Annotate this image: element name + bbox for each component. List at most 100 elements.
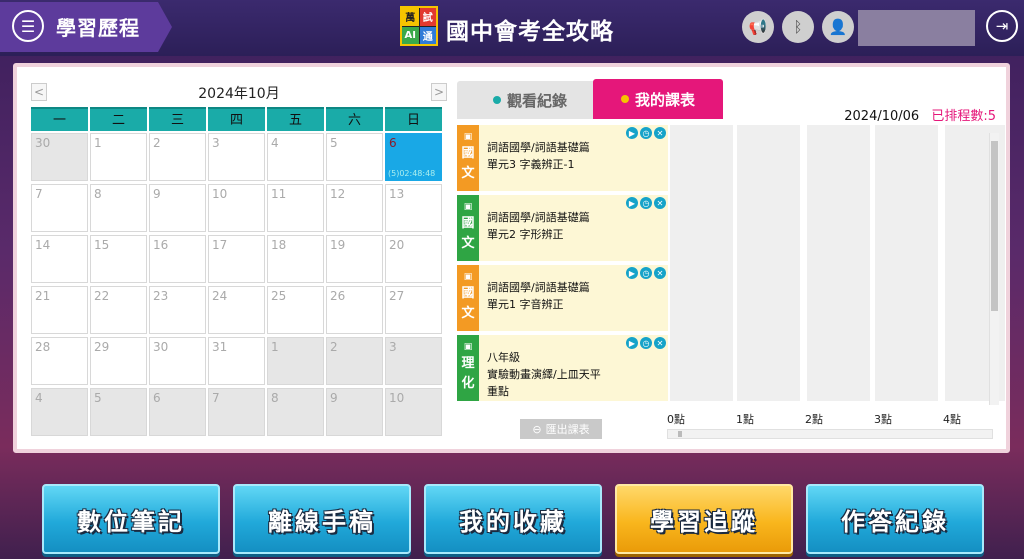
- horizontal-scrollbar[interactable]: [667, 429, 993, 439]
- lesson-card[interactable]: ▣ 理化八年級 實驗動畫演繹/上皿天平 重點 ▶ ◷ ✕: [457, 335, 668, 401]
- calendar-day[interactable]: 1: [90, 133, 147, 181]
- play-icon[interactable]: ▶: [626, 337, 638, 349]
- day-number: 2: [153, 136, 161, 150]
- calendar-day[interactable]: 25: [267, 286, 324, 334]
- calendar-day[interactable]: 8: [90, 184, 147, 232]
- offline-manuscript-button[interactable]: 離線手稿: [233, 484, 411, 554]
- calendar-day[interactable]: 23: [149, 286, 206, 334]
- clock-icon[interactable]: ◷: [640, 127, 652, 139]
- calendar-day[interactable]: 30: [149, 337, 206, 385]
- clock-icon[interactable]: ◷: [640, 197, 652, 209]
- close-icon[interactable]: ✕: [654, 127, 666, 139]
- calendar-day[interactable]: 30: [31, 133, 88, 181]
- calendar-day[interactable]: 24: [208, 286, 265, 334]
- digital-notes-button[interactable]: 數位筆記: [42, 484, 220, 554]
- day-number: 8: [94, 187, 102, 201]
- calendar-day[interactable]: 1: [267, 337, 324, 385]
- vertical-scrollbar[interactable]: [989, 133, 999, 405]
- calendar-day[interactable]: 14: [31, 235, 88, 283]
- time-slot[interactable]: [737, 125, 800, 401]
- time-slot[interactable]: [807, 125, 870, 401]
- bluetooth-icon[interactable]: ᛒ: [782, 11, 814, 43]
- tab-watch-history[interactable]: 觀看紀錄: [457, 81, 603, 119]
- user-icon[interactable]: 👤: [822, 11, 854, 43]
- close-icon[interactable]: ✕: [654, 267, 666, 279]
- play-icon[interactable]: ▶: [626, 197, 638, 209]
- calendar-day[interactable]: 27: [385, 286, 442, 334]
- time-slot[interactable]: [875, 125, 938, 401]
- calendar-day-today[interactable]: 6 (5)02:48:48: [385, 133, 442, 181]
- calendar-day[interactable]: 4: [267, 133, 324, 181]
- calendar-day[interactable]: 11: [267, 184, 324, 232]
- day-number: 3: [212, 136, 220, 150]
- calendar-day[interactable]: 7: [208, 388, 265, 436]
- calendar-day[interactable]: 20: [385, 235, 442, 283]
- calendar-day[interactable]: 7: [31, 184, 88, 232]
- calendar-day[interactable]: 3: [385, 337, 442, 385]
- weekday-label: 一: [31, 107, 88, 131]
- calendar-day[interactable]: 10: [208, 184, 265, 232]
- calendar-day[interactable]: 28: [31, 337, 88, 385]
- day-number: 10: [389, 391, 405, 405]
- subject-char: 文: [461, 166, 475, 181]
- calendar-day[interactable]: 10: [385, 388, 442, 436]
- logo-char: 通: [419, 26, 436, 44]
- scrollbar-thumb[interactable]: [678, 431, 682, 437]
- logout-icon[interactable]: ⇥: [986, 10, 1018, 42]
- lesson-text: 詞語國學/詞語基礎篇 單元2 字形辨正: [487, 209, 590, 243]
- scheduled-count: 已排程數:5: [931, 109, 996, 124]
- lesson-card[interactable]: ▣ 國文詞語國學/詞語基礎篇 單元3 字義辨正-1 ▶ ◷ ✕: [457, 125, 668, 191]
- clock-icon[interactable]: ◷: [640, 337, 652, 349]
- play-icon[interactable]: ▶: [626, 267, 638, 279]
- lesson-controls: ▶ ◷ ✕: [626, 127, 666, 139]
- weekday-label: 日: [385, 107, 442, 131]
- menu-icon[interactable]: ☰: [12, 10, 44, 42]
- clock-icon[interactable]: ◷: [640, 267, 652, 279]
- learning-tracking-button[interactable]: 學習追蹤: [615, 484, 793, 554]
- scrollbar-thumb[interactable]: [991, 141, 998, 311]
- calendar-day[interactable]: 21: [31, 286, 88, 334]
- calendar-day[interactable]: 15: [90, 235, 147, 283]
- calendar-day[interactable]: 26: [326, 286, 383, 334]
- calendar-day[interactable]: 3: [208, 133, 265, 181]
- calendar-day[interactable]: 16: [149, 235, 206, 283]
- calendar-day[interactable]: 29: [90, 337, 147, 385]
- calendar-day[interactable]: 22: [90, 286, 147, 334]
- calendar-day[interactable]: 9: [149, 184, 206, 232]
- export-schedule-button[interactable]: ⊖ 匯出課表: [520, 419, 602, 439]
- logo-char: 試: [419, 8, 436, 26]
- close-icon[interactable]: ✕: [654, 197, 666, 209]
- calendar-day[interactable]: 2: [326, 337, 383, 385]
- day-number: 30: [35, 136, 51, 150]
- answer-records-button[interactable]: 作答紀錄: [806, 484, 984, 554]
- page-title: 學習歷程: [56, 16, 140, 40]
- calendar-day[interactable]: 12: [326, 184, 383, 232]
- calendar-day[interactable]: 5: [326, 133, 383, 181]
- calendar-day[interactable]: 17: [208, 235, 265, 283]
- calendar-day[interactable]: 13: [385, 184, 442, 232]
- lesson-card[interactable]: ▣ 國文詞語國學/詞語基礎篇 單元1 字音辨正 ▶ ◷ ✕: [457, 265, 668, 331]
- calendar-day[interactable]: 5: [90, 388, 147, 436]
- close-icon[interactable]: ✕: [654, 337, 666, 349]
- calendar-day[interactable]: 19: [326, 235, 383, 283]
- lesson-card[interactable]: ▣ 國文詞語國學/詞語基礎篇 單元2 字形辨正 ▶ ◷ ✕: [457, 195, 668, 261]
- calendar-day[interactable]: 6: [149, 388, 206, 436]
- tab-my-schedule[interactable]: 我的課表: [593, 79, 723, 119]
- calendar-day[interactable]: 8: [267, 388, 324, 436]
- calendar-day[interactable]: 9: [326, 388, 383, 436]
- lesson-line: 詞語國學/詞語基礎篇: [487, 281, 590, 294]
- calendar-day[interactable]: 2: [149, 133, 206, 181]
- calendar-day[interactable]: 4: [31, 388, 88, 436]
- calendar-day[interactable]: 31: [208, 337, 265, 385]
- calendar-day[interactable]: 18: [267, 235, 324, 283]
- lesson-text: 八年級 實驗動畫演繹/上皿天平 重點: [487, 349, 601, 400]
- day-number: 12: [330, 187, 346, 201]
- top-bar: ☰ 學習歷程 萬 試 AI 通 國中會考全攻略 📢 ᛒ 👤 ⇥: [0, 0, 1024, 56]
- time-slot[interactable]: [670, 125, 733, 401]
- my-favorites-button[interactable]: 我的收藏: [424, 484, 602, 554]
- megaphone-icon[interactable]: 📢: [742, 11, 774, 43]
- play-icon[interactable]: ▶: [626, 127, 638, 139]
- next-month-button[interactable]: >: [431, 83, 447, 101]
- day-number: 31: [212, 340, 228, 354]
- subject-tag: ▣ 國文: [457, 125, 479, 191]
